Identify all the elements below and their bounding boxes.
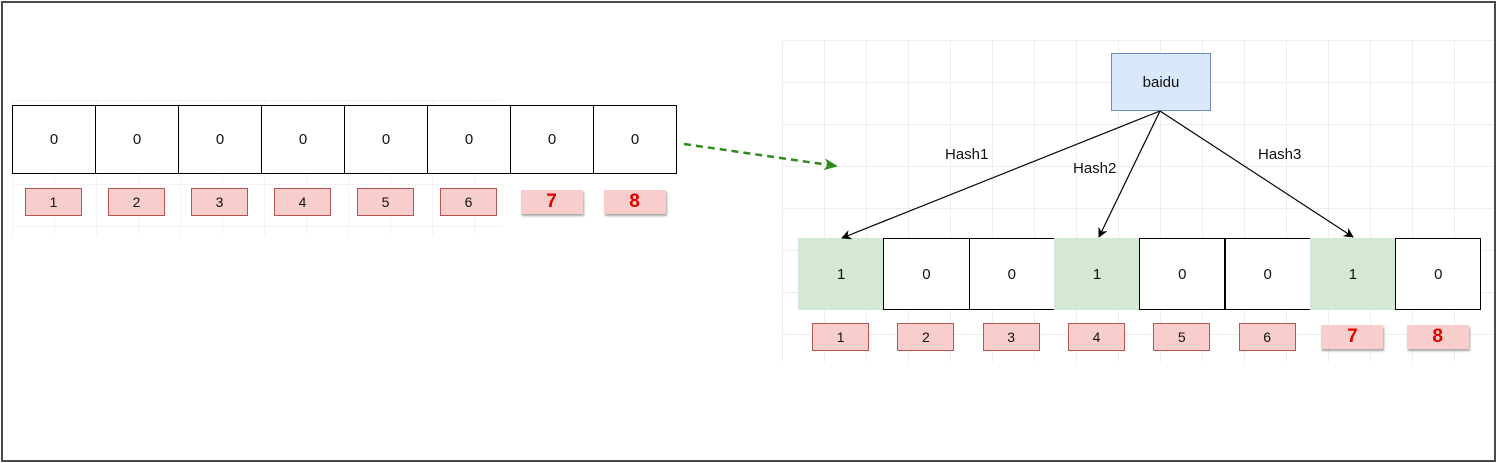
- transition-arrow: [683, 142, 838, 171]
- hash3-arrow: [1159, 110, 1354, 238]
- hash1-arrow: [841, 110, 1161, 240]
- arrows-layer: [683, 110, 1354, 240]
- hash2-arrow: [1098, 110, 1161, 238]
